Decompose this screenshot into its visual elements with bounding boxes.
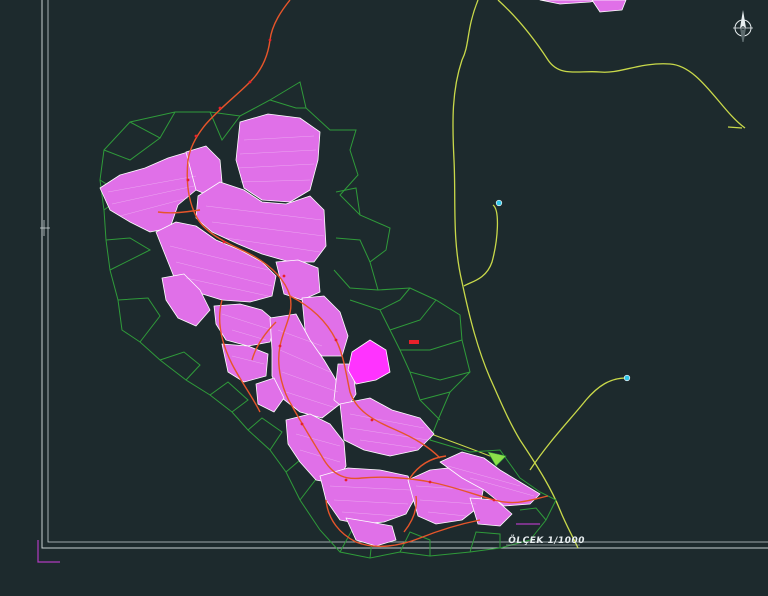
parcel-block — [235, 113, 321, 203]
parcel-block — [221, 343, 269, 383]
drawing-frame — [41, 0, 768, 549]
red-tag-marker — [409, 340, 419, 344]
ucs-axis-icon — [37, 540, 60, 563]
survey-point-markers — [495, 199, 631, 382]
selected-parcel[interactable] — [347, 339, 391, 385]
parcel-block — [591, 0, 627, 13]
parcel-block — [99, 151, 201, 233]
scale-label: ÖLÇEK 1/1000 — [507, 536, 586, 546]
cad-drawing-canvas[interactable] — [0, 0, 768, 596]
parcel-block — [339, 397, 435, 457]
parcel-blocks — [99, 0, 627, 547]
north-arrow-icon — [733, 10, 753, 42]
parcel-block — [539, 0, 601, 5]
parcel-block — [319, 467, 417, 525]
